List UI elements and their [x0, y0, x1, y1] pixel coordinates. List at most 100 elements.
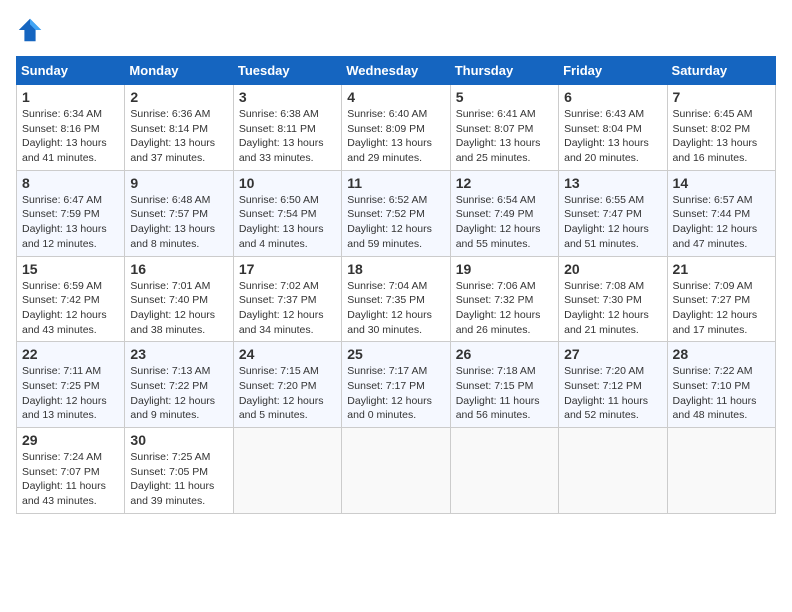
- day-info: Sunrise: 6:41 AMSunset: 8:07 PMDaylight:…: [456, 107, 553, 166]
- day-number: 29: [22, 432, 119, 448]
- day-info: Sunrise: 6:54 AMSunset: 7:49 PMDaylight:…: [456, 193, 553, 252]
- calendar-cell: 16 Sunrise: 7:01 AMSunset: 7:40 PMDaylig…: [125, 256, 233, 342]
- calendar-cell: [233, 428, 341, 514]
- calendar-cell: 30 Sunrise: 7:25 AMSunset: 7:05 PMDaylig…: [125, 428, 233, 514]
- column-header-thursday: Thursday: [450, 57, 558, 85]
- column-header-sunday: Sunday: [17, 57, 125, 85]
- calendar-cell: 27 Sunrise: 7:20 AMSunset: 7:12 PMDaylig…: [559, 342, 667, 428]
- day-info: Sunrise: 6:52 AMSunset: 7:52 PMDaylight:…: [347, 193, 444, 252]
- day-number: 3: [239, 89, 336, 105]
- day-number: 19: [456, 261, 553, 277]
- day-number: 10: [239, 175, 336, 191]
- calendar-cell: [667, 428, 775, 514]
- calendar-cell: 9 Sunrise: 6:48 AMSunset: 7:57 PMDayligh…: [125, 170, 233, 256]
- day-number: 5: [456, 89, 553, 105]
- logo: [16, 16, 48, 44]
- day-number: 14: [673, 175, 770, 191]
- day-number: 24: [239, 346, 336, 362]
- day-info: Sunrise: 6:34 AMSunset: 8:16 PMDaylight:…: [22, 107, 119, 166]
- calendar-cell: [559, 428, 667, 514]
- day-number: 23: [130, 346, 227, 362]
- day-info: Sunrise: 7:25 AMSunset: 7:05 PMDaylight:…: [130, 450, 227, 509]
- calendar-cell: 11 Sunrise: 6:52 AMSunset: 7:52 PMDaylig…: [342, 170, 450, 256]
- column-header-friday: Friday: [559, 57, 667, 85]
- day-number: 21: [673, 261, 770, 277]
- column-header-saturday: Saturday: [667, 57, 775, 85]
- day-number: 9: [130, 175, 227, 191]
- calendar-cell: 24 Sunrise: 7:15 AMSunset: 7:20 PMDaylig…: [233, 342, 341, 428]
- column-header-wednesday: Wednesday: [342, 57, 450, 85]
- day-info: Sunrise: 7:08 AMSunset: 7:30 PMDaylight:…: [564, 279, 661, 338]
- day-number: 15: [22, 261, 119, 277]
- day-info: Sunrise: 6:55 AMSunset: 7:47 PMDaylight:…: [564, 193, 661, 252]
- day-info: Sunrise: 6:45 AMSunset: 8:02 PMDaylight:…: [673, 107, 770, 166]
- day-info: Sunrise: 7:11 AMSunset: 7:25 PMDaylight:…: [22, 364, 119, 423]
- day-info: Sunrise: 7:20 AMSunset: 7:12 PMDaylight:…: [564, 364, 661, 423]
- calendar-cell: 4 Sunrise: 6:40 AMSunset: 8:09 PMDayligh…: [342, 85, 450, 171]
- day-info: Sunrise: 7:22 AMSunset: 7:10 PMDaylight:…: [673, 364, 770, 423]
- calendar-cell: 6 Sunrise: 6:43 AMSunset: 8:04 PMDayligh…: [559, 85, 667, 171]
- day-number: 25: [347, 346, 444, 362]
- day-info: Sunrise: 7:17 AMSunset: 7:17 PMDaylight:…: [347, 364, 444, 423]
- day-info: Sunrise: 7:02 AMSunset: 7:37 PMDaylight:…: [239, 279, 336, 338]
- column-header-monday: Monday: [125, 57, 233, 85]
- day-info: Sunrise: 6:38 AMSunset: 8:11 PMDaylight:…: [239, 107, 336, 166]
- day-info: Sunrise: 6:36 AMSunset: 8:14 PMDaylight:…: [130, 107, 227, 166]
- day-number: 18: [347, 261, 444, 277]
- calendar-cell: 25 Sunrise: 7:17 AMSunset: 7:17 PMDaylig…: [342, 342, 450, 428]
- day-number: 4: [347, 89, 444, 105]
- calendar-cell: 22 Sunrise: 7:11 AMSunset: 7:25 PMDaylig…: [17, 342, 125, 428]
- calendar-cell: 5 Sunrise: 6:41 AMSunset: 8:07 PMDayligh…: [450, 85, 558, 171]
- day-number: 7: [673, 89, 770, 105]
- page-header: [16, 16, 776, 44]
- day-number: 26: [456, 346, 553, 362]
- day-number: 13: [564, 175, 661, 191]
- calendar-cell: 19 Sunrise: 7:06 AMSunset: 7:32 PMDaylig…: [450, 256, 558, 342]
- day-number: 2: [130, 89, 227, 105]
- calendar-week-row: 15 Sunrise: 6:59 AMSunset: 7:42 PMDaylig…: [17, 256, 776, 342]
- calendar-cell: 21 Sunrise: 7:09 AMSunset: 7:27 PMDaylig…: [667, 256, 775, 342]
- day-info: Sunrise: 7:15 AMSunset: 7:20 PMDaylight:…: [239, 364, 336, 423]
- calendar-cell: 3 Sunrise: 6:38 AMSunset: 8:11 PMDayligh…: [233, 85, 341, 171]
- day-number: 28: [673, 346, 770, 362]
- column-header-tuesday: Tuesday: [233, 57, 341, 85]
- day-info: Sunrise: 6:43 AMSunset: 8:04 PMDaylight:…: [564, 107, 661, 166]
- day-number: 22: [22, 346, 119, 362]
- calendar-cell: 18 Sunrise: 7:04 AMSunset: 7:35 PMDaylig…: [342, 256, 450, 342]
- day-info: Sunrise: 7:18 AMSunset: 7:15 PMDaylight:…: [456, 364, 553, 423]
- calendar-week-row: 8 Sunrise: 6:47 AMSunset: 7:59 PMDayligh…: [17, 170, 776, 256]
- calendar-cell: 23 Sunrise: 7:13 AMSunset: 7:22 PMDaylig…: [125, 342, 233, 428]
- day-info: Sunrise: 6:59 AMSunset: 7:42 PMDaylight:…: [22, 279, 119, 338]
- calendar-week-row: 1 Sunrise: 6:34 AMSunset: 8:16 PMDayligh…: [17, 85, 776, 171]
- calendar-cell: 29 Sunrise: 7:24 AMSunset: 7:07 PMDaylig…: [17, 428, 125, 514]
- calendar-cell: 26 Sunrise: 7:18 AMSunset: 7:15 PMDaylig…: [450, 342, 558, 428]
- calendar-cell: 15 Sunrise: 6:59 AMSunset: 7:42 PMDaylig…: [17, 256, 125, 342]
- day-number: 16: [130, 261, 227, 277]
- calendar-cell: 7 Sunrise: 6:45 AMSunset: 8:02 PMDayligh…: [667, 85, 775, 171]
- day-info: Sunrise: 7:09 AMSunset: 7:27 PMDaylight:…: [673, 279, 770, 338]
- calendar-cell: 13 Sunrise: 6:55 AMSunset: 7:47 PMDaylig…: [559, 170, 667, 256]
- day-info: Sunrise: 6:48 AMSunset: 7:57 PMDaylight:…: [130, 193, 227, 252]
- day-info: Sunrise: 7:01 AMSunset: 7:40 PMDaylight:…: [130, 279, 227, 338]
- calendar-cell: 17 Sunrise: 7:02 AMSunset: 7:37 PMDaylig…: [233, 256, 341, 342]
- day-info: Sunrise: 7:04 AMSunset: 7:35 PMDaylight:…: [347, 279, 444, 338]
- day-number: 8: [22, 175, 119, 191]
- calendar-cell: [450, 428, 558, 514]
- calendar-cell: 20 Sunrise: 7:08 AMSunset: 7:30 PMDaylig…: [559, 256, 667, 342]
- calendar-week-row: 22 Sunrise: 7:11 AMSunset: 7:25 PMDaylig…: [17, 342, 776, 428]
- day-info: Sunrise: 7:24 AMSunset: 7:07 PMDaylight:…: [22, 450, 119, 509]
- day-info: Sunrise: 6:47 AMSunset: 7:59 PMDaylight:…: [22, 193, 119, 252]
- logo-icon: [16, 16, 44, 44]
- day-number: 11: [347, 175, 444, 191]
- calendar-table: SundayMondayTuesdayWednesdayThursdayFrid…: [16, 56, 776, 514]
- calendar-cell: 14 Sunrise: 6:57 AMSunset: 7:44 PMDaylig…: [667, 170, 775, 256]
- day-info: Sunrise: 7:06 AMSunset: 7:32 PMDaylight:…: [456, 279, 553, 338]
- day-number: 20: [564, 261, 661, 277]
- day-number: 1: [22, 89, 119, 105]
- day-number: 12: [456, 175, 553, 191]
- calendar-week-row: 29 Sunrise: 7:24 AMSunset: 7:07 PMDaylig…: [17, 428, 776, 514]
- day-info: Sunrise: 7:13 AMSunset: 7:22 PMDaylight:…: [130, 364, 227, 423]
- calendar-cell: 10 Sunrise: 6:50 AMSunset: 7:54 PMDaylig…: [233, 170, 341, 256]
- calendar-cell: 8 Sunrise: 6:47 AMSunset: 7:59 PMDayligh…: [17, 170, 125, 256]
- calendar-cell: 12 Sunrise: 6:54 AMSunset: 7:49 PMDaylig…: [450, 170, 558, 256]
